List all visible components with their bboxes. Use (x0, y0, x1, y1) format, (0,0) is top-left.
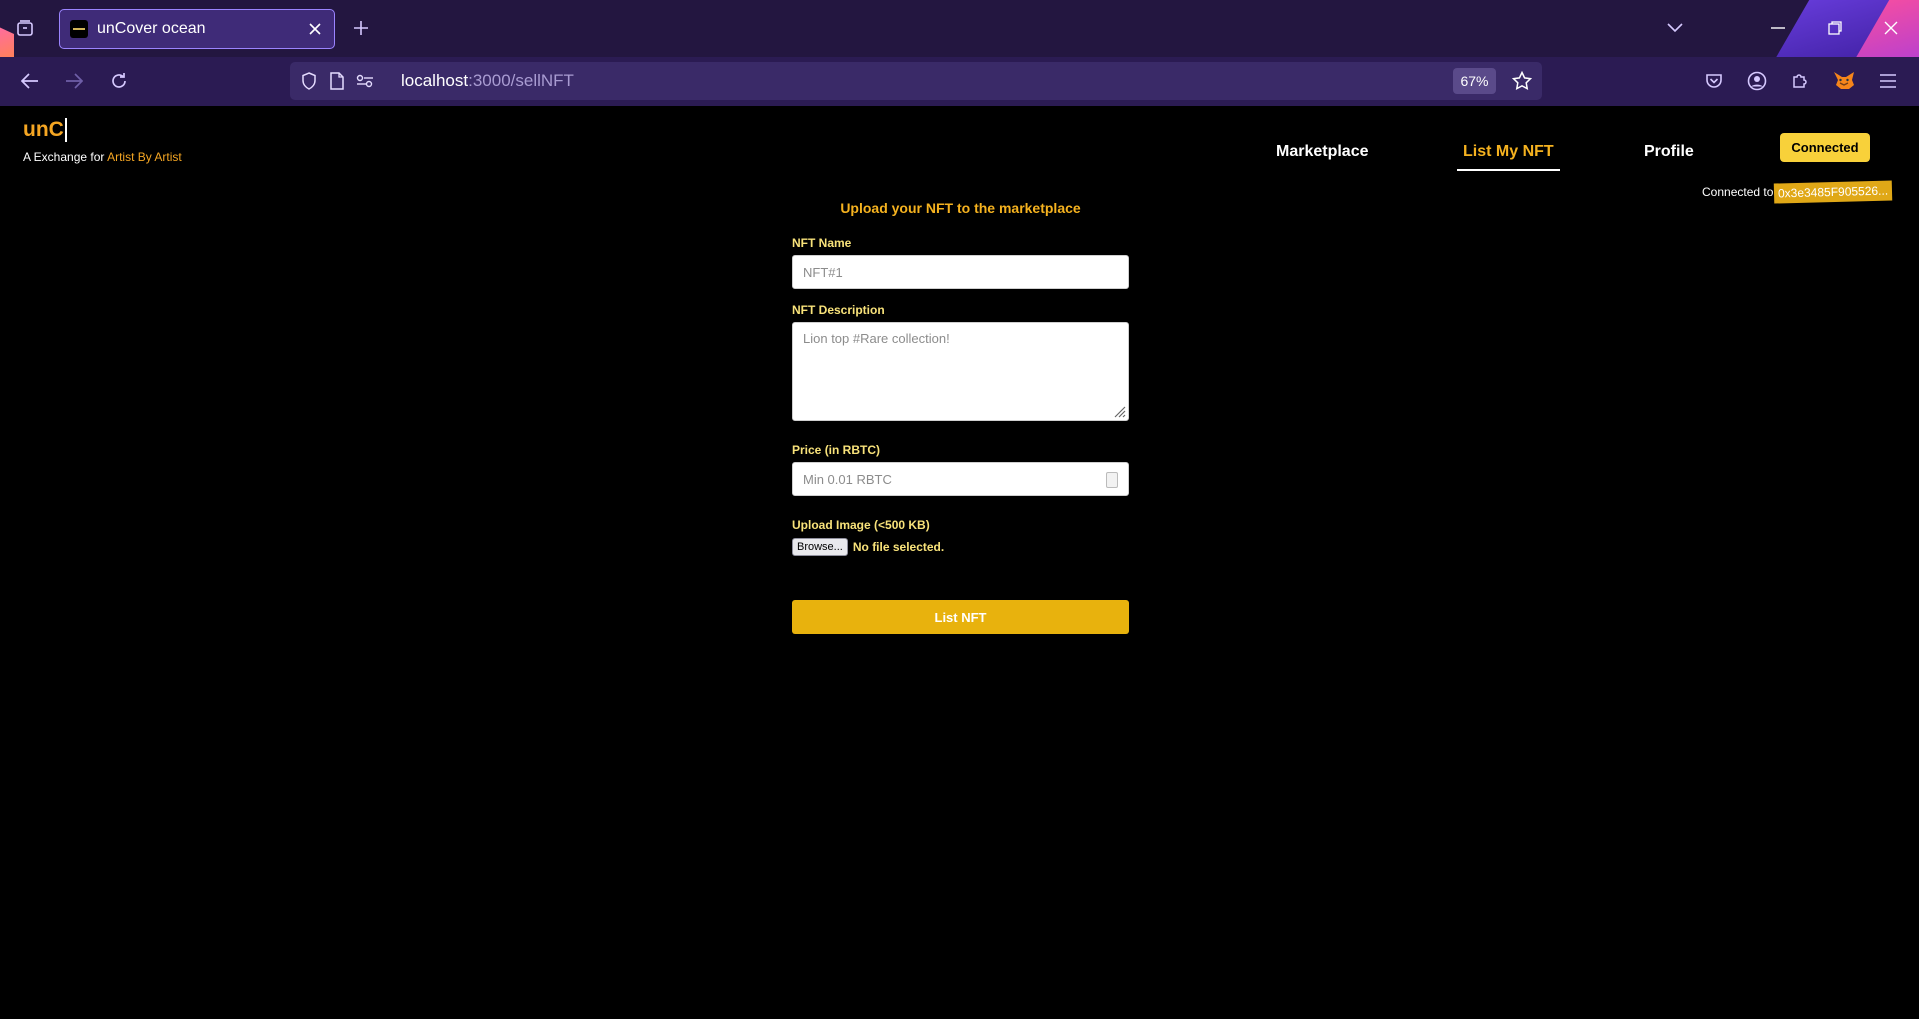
tagline-prefix: A Exchange for (23, 150, 108, 164)
tagline-artist: Artist (107, 150, 135, 164)
site-logo[interactable]: unC (23, 118, 67, 142)
nav-marketplace[interactable]: Marketplace (1276, 143, 1369, 161)
new-tab-icon[interactable] (348, 15, 374, 41)
list-all-tabs-icon[interactable] (1662, 15, 1688, 41)
restore-window-icon[interactable] (1822, 15, 1848, 41)
price-placeholder: Min 0.01 RBTC (803, 471, 892, 487)
tagline-artist-2: Artist (154, 150, 182, 164)
browser-tab-active[interactable]: unCover ocean (59, 9, 335, 49)
wallet-address: 0x3e3485F905526... (1774, 180, 1893, 204)
tab-overview-icon[interactable] (12, 15, 38, 41)
browse-button[interactable]: Browse... (792, 538, 848, 556)
address-bar[interactable]: localhost:3000/sellNFT 67% (290, 62, 1542, 100)
file-input: Browse... No file selected. (792, 538, 1129, 556)
tagline-by: By (134, 150, 155, 164)
site-tagline: A Exchange for Artist By Artist (23, 150, 182, 164)
file-status-text: No file selected. (852, 540, 945, 554)
price-input[interactable]: Min 0.01 RBTC (792, 462, 1129, 496)
hamburger-menu-icon[interactable] (1875, 68, 1901, 94)
wallet-connected-button[interactable]: Connected (1780, 133, 1870, 162)
url-path: :3000/sellNFT (468, 71, 574, 90)
nft-description-label: NFT Description (792, 303, 885, 317)
url-host: localhost (401, 71, 469, 90)
resize-grip-icon[interactable] (1112, 404, 1126, 418)
metamask-fox-icon[interactable] (1831, 68, 1857, 94)
nft-description-textarea[interactable]: Lion top #Rare collection! (792, 322, 1129, 421)
shield-icon[interactable] (298, 70, 320, 92)
bookmark-star-icon[interactable] (1510, 69, 1534, 93)
page-info-icon[interactable] (326, 70, 348, 92)
wallet-connection-info: Connected to 0x3e3485F905526... (1702, 180, 1893, 204)
browser-nav-bar: localhost:3000/sellNFT 67% (0, 57, 1919, 106)
forward-arrow-icon[interactable] (61, 68, 87, 94)
site-permissions-icon[interactable] (354, 70, 376, 92)
connected-to-label: Connected to (1702, 185, 1774, 199)
site-favicon-icon (70, 20, 88, 38)
url-text: localhost:3000/sellNFT (401, 71, 574, 91)
pocket-icon[interactable] (1701, 68, 1727, 94)
nft-description-placeholder: Lion top #Rare collection! (803, 331, 950, 346)
back-arrow-icon[interactable] (17, 68, 43, 94)
tab-title: unCover ocean (97, 20, 206, 37)
text-caret (64, 118, 67, 142)
list-nft-button[interactable]: List NFT (792, 600, 1129, 634)
nft-name-label: NFT Name (792, 236, 852, 250)
close-tab-icon[interactable] (302, 16, 328, 42)
reload-icon[interactable] (106, 68, 132, 94)
close-window-icon[interactable] (1878, 15, 1904, 41)
extensions-puzzle-icon[interactable] (1787, 68, 1813, 94)
form-title: Upload your NFT to the marketplace (840, 200, 1081, 216)
upload-nft-form: Upload your NFT to the marketplace NFT N… (792, 192, 1129, 634)
site-logo-text: unC (23, 118, 64, 141)
number-stepper-icon[interactable] (1106, 472, 1118, 488)
nav-profile[interactable]: Profile (1644, 143, 1694, 161)
nav-list-my-nft[interactable]: List My NFT (1457, 143, 1560, 171)
browser-tab-bar: unCover ocean (0, 0, 1919, 57)
page-content: unC A Exchange for Artist By Artist Mark… (0, 106, 1919, 1019)
nft-name-input[interactable]: NFT#1 (792, 255, 1129, 289)
price-label: Price (in RBTC) (792, 443, 881, 457)
minimize-window-icon[interactable] (1765, 15, 1791, 41)
account-icon[interactable] (1744, 68, 1770, 94)
upload-image-label: Upload Image (<500 KB) (792, 518, 930, 532)
zoom-level-badge[interactable]: 67% (1453, 68, 1496, 94)
